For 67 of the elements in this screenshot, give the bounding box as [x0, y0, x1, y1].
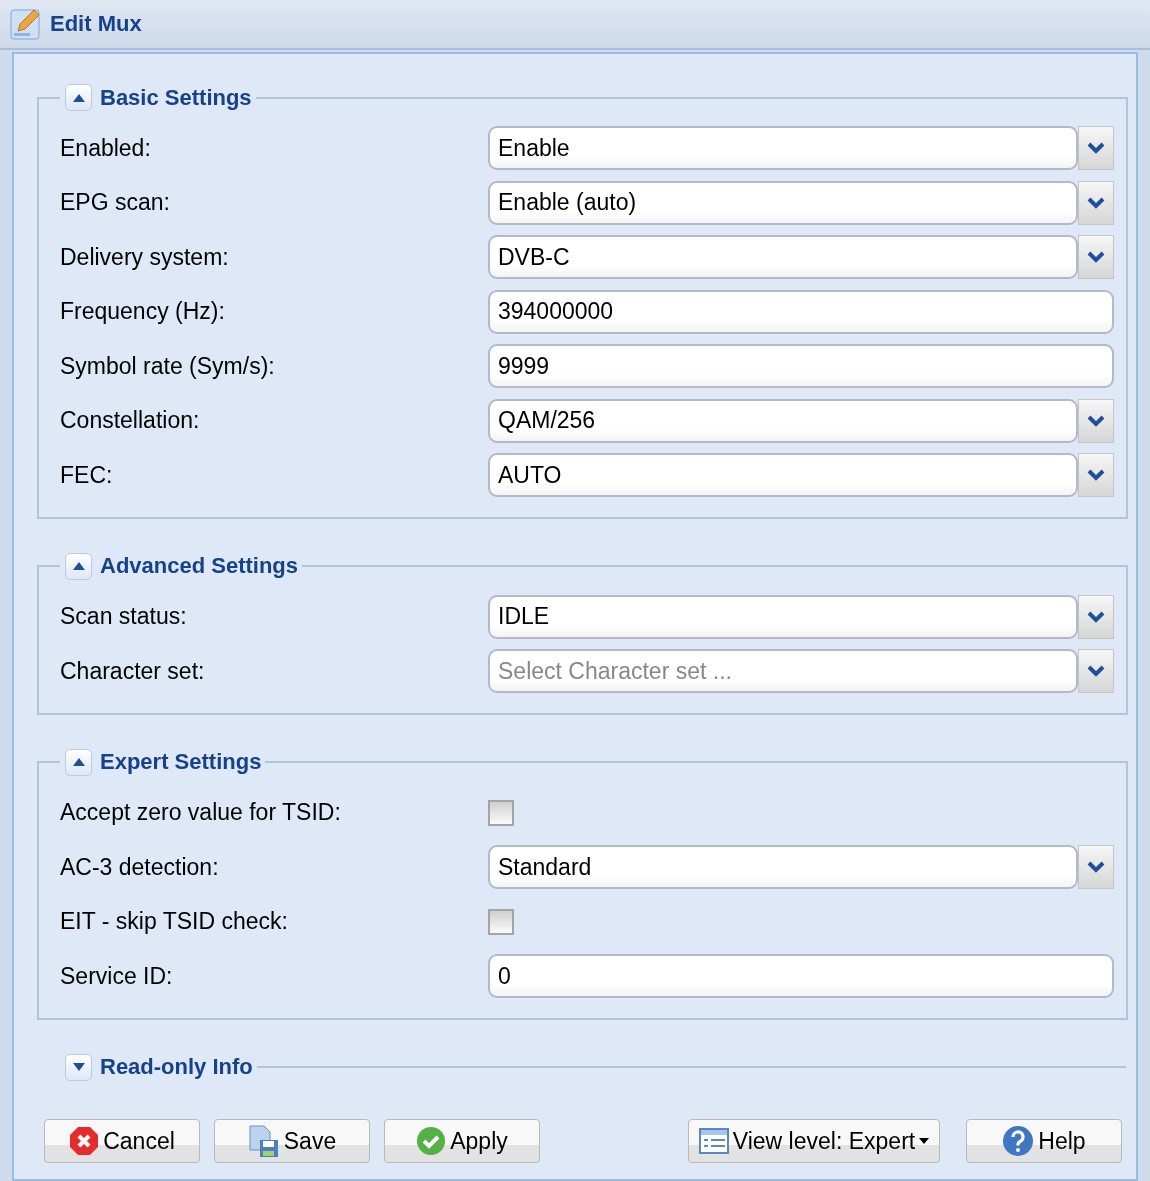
- triangle-up-icon: [72, 562, 85, 570]
- combo-field[interactable]: DVB-C: [488, 235, 1078, 280]
- triangle-up-icon: [72, 758, 85, 766]
- chevron-down-icon: [1087, 469, 1105, 482]
- dropdown-button[interactable]: [1078, 180, 1114, 225]
- field-label: Constellation:: [60, 407, 201, 435]
- expand-button[interactable]: [65, 1053, 92, 1081]
- field-label: AC-3 detection:: [60, 853, 220, 881]
- field-label: Service ID:: [60, 962, 174, 990]
- combo-field[interactable]: QAM/256: [488, 398, 1078, 443]
- combo-field[interactable]: Select Character set ...: [488, 649, 1078, 694]
- pencil-edit-icon: [10, 7, 42, 41]
- chevron-down-icon: [1087, 665, 1105, 678]
- collapse-button[interactable]: [65, 84, 92, 111]
- field-label: Accept zero value for TSID:: [60, 799, 342, 827]
- section-title: Basic Settings: [100, 84, 252, 111]
- field-label: Scan status:: [60, 603, 188, 631]
- save-button[interactable]: Save: [214, 1119, 370, 1163]
- combo-field[interactable]: Enable (auto): [488, 180, 1078, 225]
- window-title: Edit Mux: [50, 11, 142, 37]
- field-label: Character set:: [60, 657, 206, 685]
- field-label: Delivery system:: [60, 243, 230, 271]
- section-title: Advanced Settings: [100, 553, 299, 579]
- dropdown-button[interactable]: [1078, 649, 1114, 694]
- dropdown-button[interactable]: [1078, 594, 1114, 639]
- combo-field[interactable]: Enable: [488, 126, 1078, 171]
- chevron-down-icon: [1087, 196, 1105, 209]
- field-label: EIT - skip TSID check:: [60, 908, 289, 936]
- help-button[interactable]: Help: [966, 1119, 1122, 1163]
- chevron-down-icon: [1087, 142, 1105, 155]
- close-icon: [69, 1126, 100, 1156]
- field-label: Symbol rate (Sym/s):: [60, 352, 276, 380]
- dropdown-button[interactable]: [1078, 235, 1114, 280]
- view-level-dropdown[interactable]: View level: Expert: [688, 1119, 940, 1163]
- collapse-button[interactable]: [65, 552, 92, 580]
- checkbox[interactable]: [488, 799, 514, 826]
- help-icon: [1002, 1125, 1035, 1157]
- input-field[interactable]: 0: [488, 954, 1114, 999]
- check-icon: [416, 1126, 447, 1156]
- dropdown-button[interactable]: [1078, 398, 1114, 443]
- cancel-button[interactable]: Cancel: [44, 1119, 200, 1163]
- section-title: Expert Settings: [100, 749, 262, 775]
- field-label: Frequency (Hz):: [60, 298, 226, 326]
- triangle-down-icon: [72, 1063, 85, 1071]
- combo-field[interactable]: Standard: [488, 845, 1078, 890]
- checkbox[interactable]: [488, 908, 514, 935]
- dropdown-button[interactable]: [1078, 845, 1114, 890]
- dropdown-button[interactable]: [1078, 126, 1114, 171]
- chevron-down-icon: [1087, 861, 1105, 874]
- chevron-down-icon: [1087, 610, 1105, 623]
- field-label: EPG scan:: [60, 189, 171, 217]
- chevron-down-icon: [1087, 414, 1105, 427]
- field-label: Enabled:: [60, 134, 152, 162]
- combo-field[interactable]: IDLE: [488, 594, 1078, 639]
- apply-button[interactable]: Apply: [384, 1119, 540, 1163]
- collapse-button[interactable]: [65, 748, 92, 776]
- input-field[interactable]: 394000000: [488, 289, 1114, 334]
- caret-icon: [919, 1138, 930, 1144]
- field-label: FEC:: [60, 461, 114, 489]
- input-field[interactable]: 9999: [488, 344, 1114, 389]
- floppy-disk-icon: [247, 1124, 280, 1158]
- chevron-down-icon: [1087, 251, 1105, 264]
- triangle-up-icon: [72, 93, 85, 102]
- section-title: Read-only Info: [100, 1054, 253, 1080]
- list-icon: [698, 1128, 729, 1154]
- combo-field[interactable]: AUTO: [488, 453, 1078, 498]
- dropdown-button[interactable]: [1078, 453, 1114, 498]
